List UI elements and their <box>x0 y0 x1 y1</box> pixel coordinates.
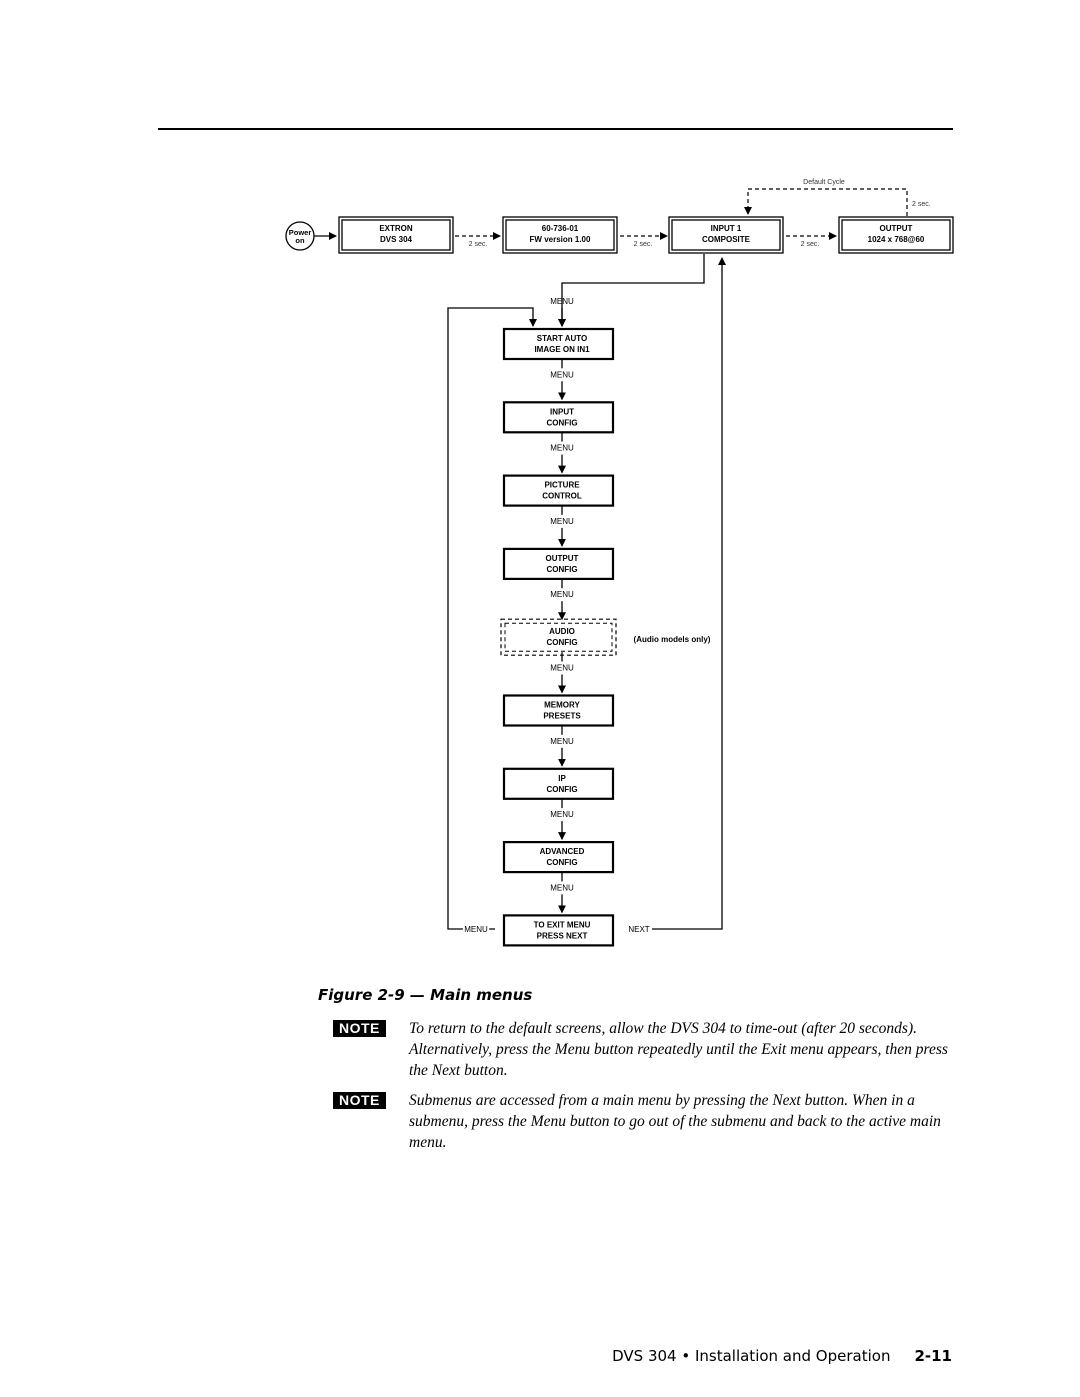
menu-box-line1: OUTPUT <box>546 554 579 563</box>
page-number: 2-11 <box>914 1347 952 1365</box>
menu-step-label: MENU <box>550 590 574 599</box>
power-on-node: Power on <box>285 221 315 251</box>
note-2: NOTE Submenus are accessed from a main m… <box>333 1090 953 1153</box>
audio-models-note: (Audio models only) <box>634 635 711 644</box>
default-cycle-loop <box>744 188 908 216</box>
menu-box-memory: MEMORY PRESETS <box>502 694 615 727</box>
menu-box-line2: CONFIG <box>546 858 577 867</box>
power-label-on: on <box>295 236 305 245</box>
firmware-box-line2: FW version 1.00 <box>530 235 591 244</box>
output-box: OUTPUT 1024 x 768@60 <box>838 216 954 254</box>
note-text: To return to the default screens, allow … <box>409 1020 948 1079</box>
menu-step-label: MENU <box>550 810 574 819</box>
menu-box-line2: IMAGE ON IN1 <box>534 345 590 354</box>
main-menus-diagram: Power on EXTRON DVS 304 60-736-01 FW versio… <box>285 179 954 947</box>
delay-label-2: 2 sec. <box>634 241 653 248</box>
menu-step-label: MENU <box>550 664 574 673</box>
menu-entry-line <box>558 254 705 327</box>
menu-box-line2: PRESETS <box>543 712 581 721</box>
next-label: NEXT <box>628 925 649 934</box>
delay-label-4: 2 sec. <box>912 201 931 208</box>
menu-box-line1: INPUT <box>550 407 574 416</box>
output-box-line1: OUTPUT <box>880 224 913 233</box>
menu-step-label: MENU <box>550 370 574 379</box>
firmware-box-line1: 60-736-01 <box>542 224 579 233</box>
menu-box-output: OUTPUT CONFIG <box>502 547 615 581</box>
delay-label-1: 2 sec. <box>469 241 488 248</box>
menu-box-line1: TO EXIT MENU <box>534 920 591 929</box>
extron-box: EXTRON DVS 304 <box>338 216 454 254</box>
default-cycle-label: Default Cycle <box>803 179 845 186</box>
note-1: NOTE To return to the default screens, a… <box>333 1018 953 1081</box>
menu-box-input: INPUT CONFIG <box>502 401 615 434</box>
menu-box-line2: PRESS NEXT <box>537 931 588 940</box>
menu-box-advanced: ADVANCED CONFIG <box>502 840 615 874</box>
menu-loop-label: MENU <box>464 925 488 934</box>
footer-title: DVS 304 • Installation and Operation <box>612 1347 891 1365</box>
figure-caption: Figure 2-9 — Main menus <box>318 986 533 1004</box>
extron-box-line2: DVS 304 <box>380 235 413 244</box>
menu-loop-line <box>447 307 537 930</box>
menu-box-line2: CONTROL <box>542 492 582 501</box>
menu-step-label: MENU <box>550 517 574 526</box>
menu-box-line1: IP <box>558 774 566 783</box>
output-box-line2: 1024 x 768@60 <box>868 235 925 244</box>
note-text: Submenus are accessed from a main menu b… <box>409 1092 941 1151</box>
menu-box-start-auto: START AUTO IMAGE ON IN1 <box>502 327 615 361</box>
firmware-box: 60-736-01 FW version 1.00 <box>502 216 618 254</box>
note-badge: NOTE <box>333 1092 386 1109</box>
menu-box-line1: ADVANCED <box>540 847 585 856</box>
menu-box-line2: CONFIG <box>546 785 577 794</box>
menu-step-label: MENU <box>550 737 574 746</box>
menu-box-line2: CONFIG <box>546 638 577 647</box>
delay-label-3: 2 sec. <box>801 241 820 248</box>
menu-box-line1: START AUTO <box>537 334 588 343</box>
input-box-line1: INPUT 1 <box>711 224 742 233</box>
menu-box-line2: CONFIG <box>546 565 577 574</box>
menu-step-label: MENU <box>550 883 574 892</box>
menu-box-line1: PICTURE <box>544 481 580 490</box>
note-badge: NOTE <box>333 1020 386 1037</box>
menu-box-picture: PICTURE CONTROL <box>502 474 615 507</box>
input-box-line2: COMPOSITE <box>702 235 751 244</box>
menu-box-ip: IP CONFIG <box>502 767 615 800</box>
extron-box-line1: EXTRON <box>379 224 413 233</box>
menu-box-line1: MEMORY <box>544 701 580 710</box>
menu-step-label: MENU <box>550 444 574 453</box>
page-footer: DVS 304 • Installation and Operation 2-11 <box>612 1347 952 1365</box>
menu-box-line2: CONFIG <box>546 418 577 427</box>
input-box: INPUT 1 COMPOSITE <box>668 216 784 254</box>
menu-step-label: MENU <box>550 297 574 306</box>
next-return-line <box>652 257 726 930</box>
menu-box-audio: AUDIO CONFIG <box>500 618 617 656</box>
menu-box-line1: AUDIO <box>549 627 575 636</box>
menu-box-to-exit-menu: TO EXIT MENU PRESS NEXT <box>502 914 615 947</box>
